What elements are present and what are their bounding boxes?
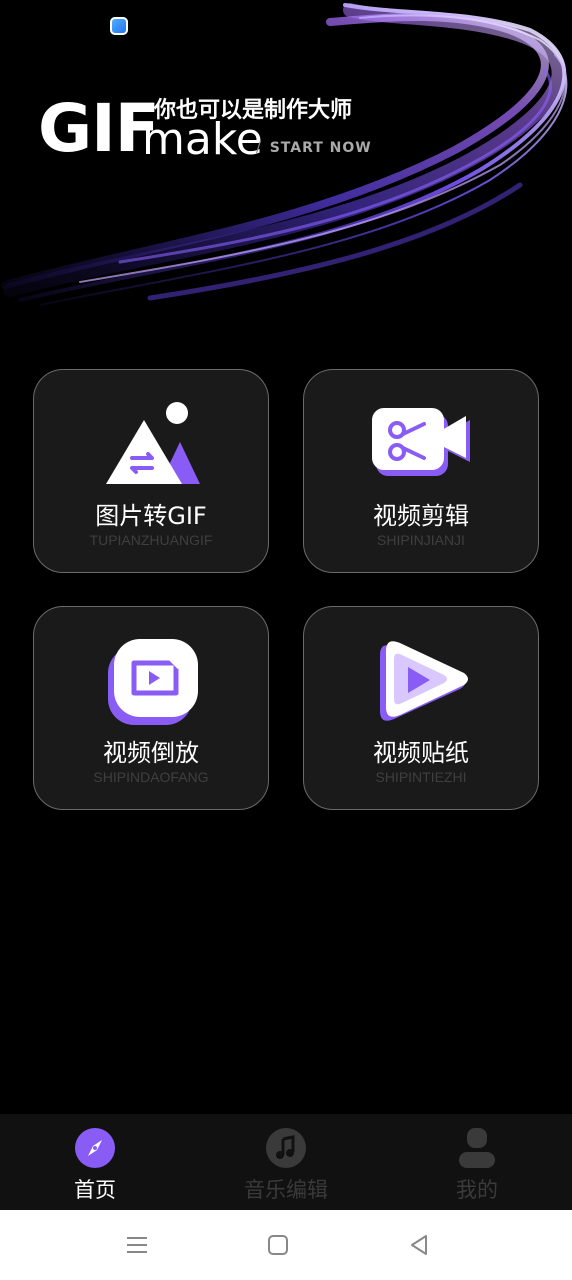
- brand-logo-gif: GIF: [38, 90, 160, 167]
- brand-logo-make: make: [142, 114, 263, 165]
- feature-title: 图片转GIF: [95, 502, 207, 530]
- start-now-text: START NOW: [269, 140, 372, 156]
- tab-profile[interactable]: 我的: [382, 1114, 572, 1210]
- home-button-icon[interactable]: [263, 1230, 293, 1260]
- feature-card-video-sticker[interactable]: 视频贴纸 SHIPINTIEZHI: [303, 606, 539, 810]
- music-icon: [266, 1128, 306, 1168]
- feature-subtitle: TUPIANZHUANGIF: [89, 532, 213, 548]
- feature-card-image-to-gif[interactable]: 图片转GIF TUPIANZHUANGIF: [33, 369, 269, 573]
- tab-label: 音乐编辑: [244, 1178, 328, 1202]
- video-sticker-icon: [372, 637, 472, 725]
- bottom-tab-bar: 首页 音乐编辑 我的: [0, 1114, 572, 1210]
- tab-label: 我的: [456, 1178, 498, 1202]
- image-convert-icon: [102, 400, 202, 488]
- feature-title: 视频贴纸: [373, 739, 469, 767]
- compass-icon: [75, 1128, 115, 1168]
- feature-title: 视频倒放: [103, 739, 199, 767]
- hero-banner: 你也可以是制作大师 GIF make / START NOW: [0, 0, 572, 330]
- video-cut-icon: [372, 400, 472, 488]
- back-icon[interactable]: [404, 1230, 434, 1260]
- feature-card-video-cut[interactable]: 视频剪辑 SHIPINJIANJI: [303, 369, 539, 573]
- tab-label: 首页: [74, 1178, 116, 1202]
- start-now-label: / START NOW: [256, 140, 372, 156]
- video-reverse-icon: [102, 637, 202, 725]
- feature-subtitle: SHIPINTIEZHI: [375, 769, 467, 785]
- tab-music-edit[interactable]: 音乐编辑: [191, 1114, 381, 1210]
- feature-subtitle: SHIPINJIANJI: [377, 532, 465, 548]
- feature-title: 视频剪辑: [373, 502, 469, 530]
- feature-card-video-reverse[interactable]: 视频倒放 SHIPINDAOFANG: [33, 606, 269, 810]
- feature-subtitle: SHIPINDAOFANG: [93, 769, 209, 785]
- start-now-separator: /: [256, 140, 262, 156]
- menu-icon[interactable]: [122, 1230, 152, 1260]
- system-navigation-bar: [0, 1210, 572, 1280]
- profile-icon: [457, 1128, 497, 1168]
- tab-home[interactable]: 首页: [0, 1114, 190, 1210]
